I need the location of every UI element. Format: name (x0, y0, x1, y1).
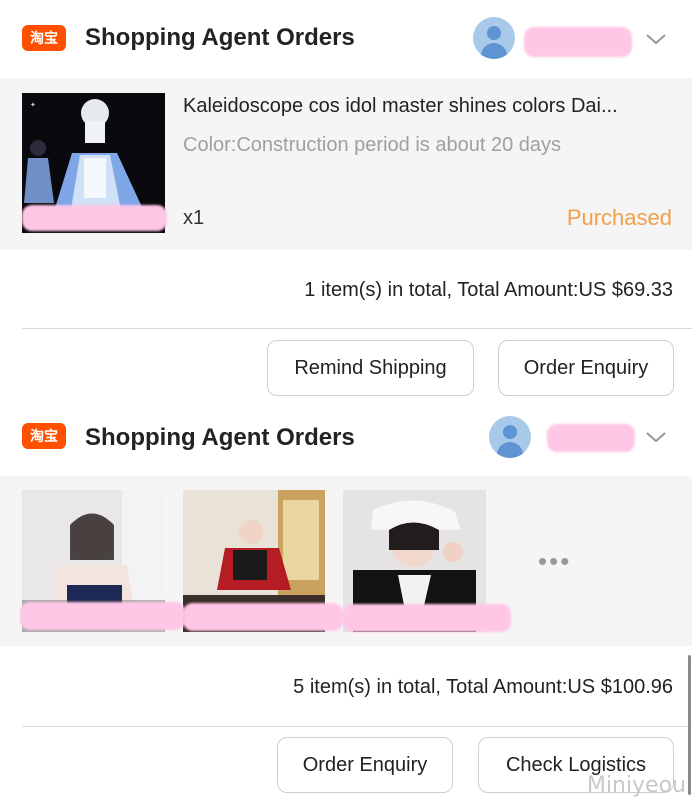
divider (22, 726, 692, 727)
redacted-image-caption (183, 603, 343, 631)
order-header: 淘宝 Shopping Agent Orders (0, 0, 692, 78)
watermark: Miniyeou (586, 773, 686, 798)
redacted-image-caption (22, 205, 167, 231)
user-avatar-icon[interactable] (473, 17, 515, 59)
redacted-image-caption (20, 602, 185, 630)
order-enquiry-button[interactable]: Order Enquiry (498, 340, 674, 396)
order-enquiry-button[interactable]: Order Enquiry (277, 737, 453, 793)
redacted-username (524, 27, 632, 57)
taobao-logo: 淘宝 (22, 25, 66, 51)
chevron-down-icon[interactable] (645, 28, 667, 50)
product-title[interactable]: Kaleidoscope cos idol master shines colo… (183, 95, 678, 118)
order-header: 淘宝 Shopping Agent Orders (0, 398, 692, 476)
order-header-title: Shopping Agent Orders (85, 424, 355, 451)
redacted-username (547, 424, 635, 452)
remind-shipping-button[interactable]: Remind Shipping (267, 340, 474, 396)
redacted-image-caption (343, 604, 511, 632)
order-summary: 1 item(s) in total, Total Amount:US $69.… (304, 279, 673, 301)
scrollbar[interactable] (688, 655, 691, 795)
taobao-logo: 淘宝 (22, 423, 66, 449)
order-status-label: Purchased (566, 205, 672, 230)
svg-text:✦: ✦ (30, 101, 36, 109)
chevron-down-icon[interactable] (645, 426, 667, 448)
order-summary: 5 item(s) in total, Total Amount:US $100… (293, 676, 673, 698)
user-avatar-icon[interactable] (489, 416, 531, 458)
divider (22, 328, 692, 329)
more-items-icon[interactable]: ••• (538, 548, 571, 574)
order-card-1: 淘宝 Shopping Agent Orders ✦ Kaleidoscope … (0, 0, 692, 396)
order-card-2: 淘宝 Shopping Agent Orders (0, 398, 692, 476)
product-quantity: x1 (183, 207, 205, 229)
product-spec: Color:Construction period is about 20 da… (183, 134, 561, 156)
order-header-title: Shopping Agent Orders (85, 24, 355, 51)
